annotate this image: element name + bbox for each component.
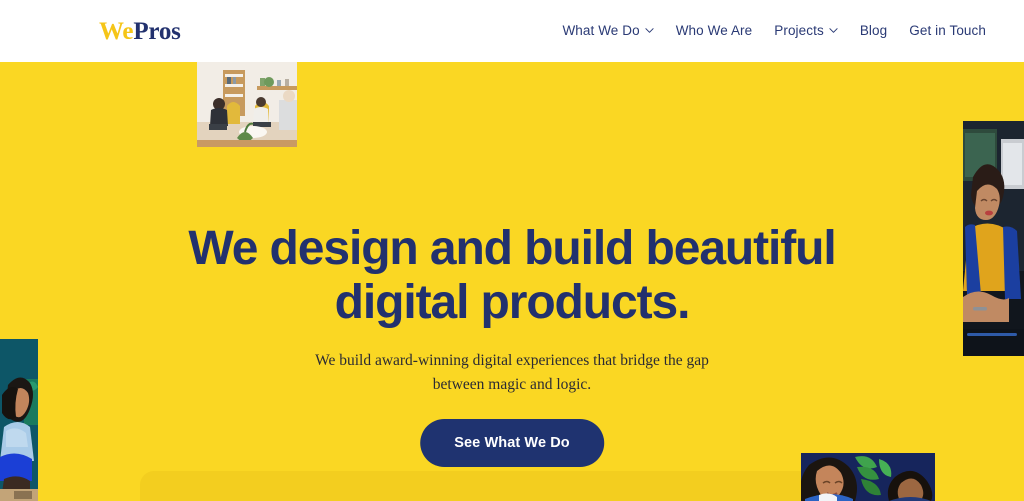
- office-lounge-photo: [197, 62, 297, 147]
- see-what-we-do-button[interactable]: See What We Do: [420, 419, 604, 467]
- chevron-down-icon: [829, 26, 838, 35]
- hero-bottom-panel: [140, 471, 890, 501]
- nav-item-blog[interactable]: Blog: [860, 24, 887, 38]
- chevron-down-icon: [645, 26, 654, 35]
- logo-text-we: We: [99, 18, 134, 45]
- hero-headline: We design and build beautiful digital pr…: [188, 222, 836, 330]
- main-navigation: What We Do Who We Are Projects Blog Get …: [562, 0, 986, 62]
- site-logo[interactable]: WePros: [99, 18, 181, 46]
- colleagues-plant-photo: [801, 453, 935, 501]
- nav-label-get-in-touch: Get in Touch: [909, 23, 986, 39]
- logo-text-pros: Pros: [133, 18, 181, 45]
- nav-item-get-in-touch[interactable]: Get in Touch: [909, 24, 986, 38]
- woman-teal-wall-photo: [0, 339, 38, 501]
- nav-label-who-we-are: Who We Are: [675, 23, 753, 39]
- nav-item-what-we-do[interactable]: What We Do: [562, 23, 654, 39]
- nav-label-projects: Projects: [774, 23, 824, 39]
- nav-item-who-we-are[interactable]: Who We Are: [676, 24, 753, 38]
- nav-label-what-we-do: What We Do: [562, 23, 640, 39]
- nav-item-projects[interactable]: Projects: [774, 24, 838, 38]
- hero-section: We design and build beautiful digital pr…: [0, 62, 1024, 501]
- hero-subheading: We build award-winning digital experienc…: [315, 352, 709, 394]
- woman-at-desk-photo: [963, 121, 1024, 356]
- site-header: WePros What We Do Who We Are Projects Bl…: [0, 0, 1024, 62]
- nav-label-blog: Blog: [859, 23, 888, 39]
